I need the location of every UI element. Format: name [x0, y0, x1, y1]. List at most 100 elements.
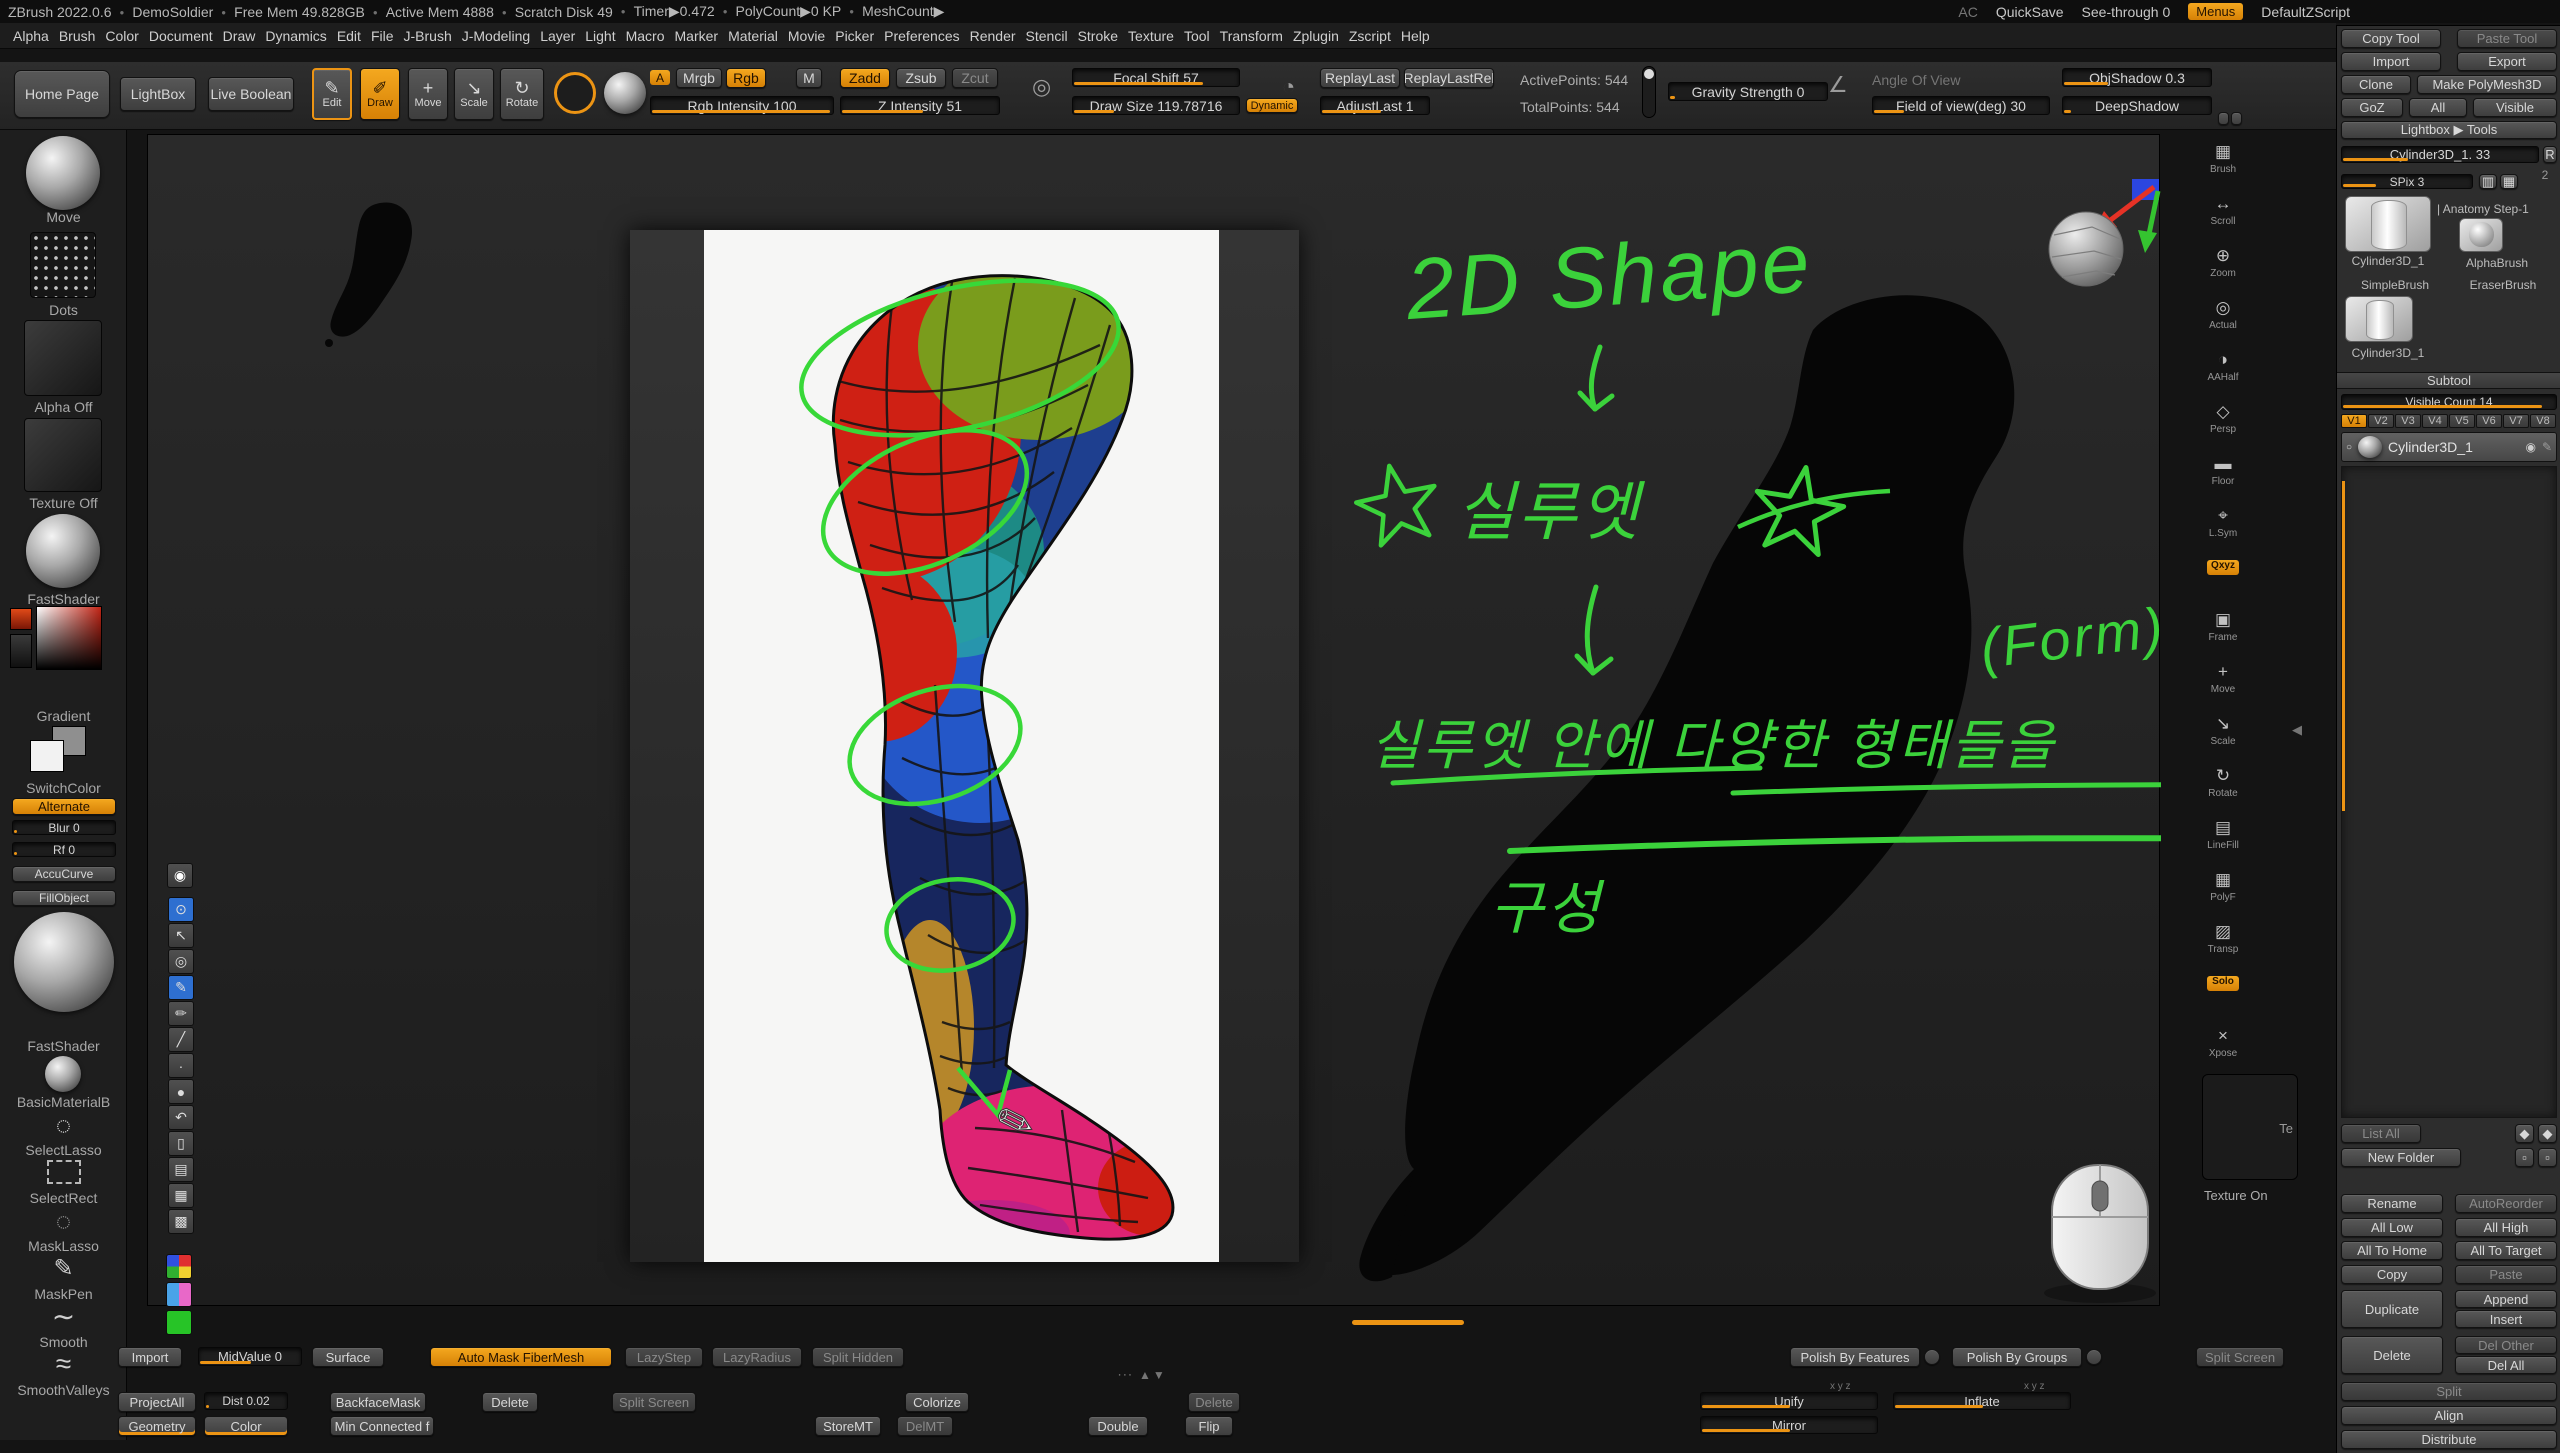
small-dot-icon[interactable]: ·	[168, 1053, 194, 1078]
unify-slider[interactable]: Unify	[1700, 1392, 1878, 1410]
delete-layer-button[interactable]: Delete	[482, 1392, 538, 1412]
subtool-tab[interactable]: V3	[2395, 414, 2421, 428]
shelf-tool[interactable]: ▦ PolyF	[2204, 868, 2242, 920]
basic-material-preview[interactable]	[45, 1056, 81, 1092]
menu-item[interactable]: Texture	[1123, 28, 1179, 44]
texture-off-swatch[interactable]	[24, 418, 102, 492]
projectall-button[interactable]: ProjectAll	[118, 1392, 196, 1412]
flip-button[interactable]: Flip	[1185, 1416, 1233, 1436]
material-big-preview[interactable]	[14, 912, 114, 1012]
polish-groups-dot[interactable]	[2086, 1349, 2102, 1365]
split-button[interactable]: Split	[2341, 1382, 2557, 1401]
spix-slider[interactable]: SPix 3	[2341, 174, 2473, 189]
shelf-tool[interactable]: ▦ Brush	[2204, 140, 2242, 192]
deep-shadow-slider[interactable]: DeepShadow	[2062, 96, 2212, 115]
paste-button[interactable]: Paste	[2455, 1265, 2557, 1284]
delete-texture-button[interactable]: Delete	[1188, 1392, 1240, 1412]
alpha-brush-thumbnail[interactable]	[2459, 218, 2503, 252]
storemt-button[interactable]: StoreMT	[815, 1416, 881, 1436]
all-to-home-button[interactable]: All To Home	[2341, 1241, 2443, 1260]
live-boolean-button[interactable]: Live Boolean	[208, 77, 294, 111]
inflate-slider[interactable]: Inflate	[1893, 1392, 2071, 1410]
stroke-picker[interactable]	[554, 72, 596, 114]
primary-color[interactable]	[30, 740, 64, 772]
replay-last-rel-button[interactable]: ReplayLastRel	[1404, 68, 1494, 88]
sculpt-canvas[interactable]: ✎ 2D Shape 실루엣 (Form) 실루엣 안에 다양한 형태들을 구성	[147, 134, 2160, 1306]
goz-visible-button[interactable]: Visible	[2473, 98, 2557, 117]
subtool-tab[interactable]: V5	[2449, 414, 2475, 428]
dot-icon[interactable]: ●	[168, 1079, 194, 1104]
delete-button[interactable]: Delete	[2341, 1336, 2443, 1374]
color-picker-sv[interactable]	[36, 606, 102, 670]
shelf-tool[interactable]: ⊕ Zoom	[2204, 244, 2242, 296]
eraser-brush-label[interactable]: EraserBrush	[2453, 278, 2553, 292]
shelf-tool[interactable]: ◇ Persp	[2204, 400, 2242, 452]
subtool-tab[interactable]: V7	[2503, 414, 2529, 428]
subtool-header[interactable]: Subtool	[2337, 372, 2560, 389]
pen-icon[interactable]: ✏	[168, 1001, 194, 1026]
autoreorder-button[interactable]: AutoReorder	[2455, 1194, 2557, 1213]
focal-shift-slider[interactable]: Focal Shift 57	[1072, 68, 1240, 87]
color-tab[interactable]: Color	[204, 1416, 288, 1436]
mirror-slider[interactable]: Mirror	[1700, 1416, 1878, 1434]
subtool-tab[interactable]: V1	[2341, 414, 2367, 428]
append-button[interactable]: Append	[2455, 1290, 2557, 1308]
copy-button[interactable]: Copy	[2341, 1265, 2443, 1284]
shelf-tool[interactable]: ⌖ L.Sym	[2204, 504, 2242, 556]
target-icon[interactable]: ◎	[168, 949, 194, 974]
trash-icon[interactable]: ▯	[168, 1131, 194, 1156]
list-up-button[interactable]: ◆	[2515, 1124, 2534, 1143]
select-lasso-icon[interactable]: ◌	[0, 1110, 127, 1141]
goz-button[interactable]: GoZ	[2341, 98, 2403, 117]
split-hidden-button[interactable]: Split Hidden	[812, 1347, 904, 1367]
tray-divider-dots[interactable]: ⸱⸱⸱ ▲▼	[1118, 1366, 1167, 1383]
subtool-list-area[interactable]	[2341, 466, 2557, 1118]
shelf-tool[interactable]: × Xpose	[2204, 1024, 2242, 1076]
blur-slider[interactable]: Blur 0	[12, 820, 116, 835]
midvalue-slider[interactable]: MidValue 0	[198, 1347, 302, 1366]
shelf-tool[interactable]: ▬ Floor	[2204, 452, 2242, 504]
shelf-tool[interactable]: ▣ Frame	[2204, 608, 2242, 660]
menu-item[interactable]: Render	[965, 28, 1021, 44]
zcut-button[interactable]: Zcut	[952, 68, 998, 88]
shelf-tool[interactable]: ↔ Scroll	[2204, 192, 2242, 244]
visibility-icon[interactable]: ⊙	[168, 897, 194, 922]
tool-item-slider[interactable]: Cylinder3D_1. 33	[2341, 146, 2539, 163]
shelf-tool[interactable]: ▤ LineFill	[2204, 816, 2242, 868]
current-tool-thumbnail[interactable]	[2345, 196, 2431, 252]
cylinder-tool-thumbnail[interactable]	[2345, 296, 2413, 342]
zadd-button[interactable]: Zadd	[840, 68, 890, 88]
rename-button[interactable]: Rename	[2341, 1194, 2443, 1213]
color-swatch-top[interactable]	[10, 608, 32, 630]
z-intensity-slider[interactable]: Z Intensity 51	[840, 96, 1000, 115]
menu-item[interactable]: Edit	[332, 28, 366, 44]
menu-item[interactable]: Marker	[670, 28, 724, 44]
clone-button[interactable]: Clone	[2341, 75, 2411, 94]
home-page-button[interactable]: Home Page	[14, 70, 110, 118]
menu-item[interactable]: Zplugin	[1288, 28, 1344, 44]
menu-item[interactable]: Zscript	[1344, 28, 1396, 44]
alpha-picker[interactable]	[604, 72, 646, 114]
inflate-axis-toggles[interactable]: x y z	[2024, 1381, 2045, 1392]
spix-icon-b[interactable]: ▦	[2500, 174, 2518, 189]
shelf-tool[interactable]: ▨ Transp	[2204, 920, 2242, 972]
stamp-icon[interactable]: ▤	[168, 1157, 194, 1182]
all-to-target-button[interactable]: All To Target	[2455, 1241, 2557, 1260]
lazystep-button[interactable]: LazyStep	[625, 1347, 703, 1367]
geometry-tab[interactable]: Geometry	[118, 1416, 196, 1436]
mask-lasso-icon[interactable]: ◌	[0, 1206, 127, 1237]
auto-mask-fibermesh-button[interactable]: Auto Mask FiberMesh	[430, 1347, 612, 1367]
colorize-button[interactable]: Colorize	[905, 1392, 969, 1412]
shelf-tool[interactable]: ◑ AAHalf	[2204, 348, 2242, 400]
menu-item[interactable]: Color	[100, 28, 143, 44]
delmt-button[interactable]: DelMT	[897, 1416, 953, 1436]
menu-item[interactable]: Tool	[1179, 28, 1215, 44]
subtool-tab[interactable]: V2	[2368, 414, 2394, 428]
replay-last-button[interactable]: ReplayLast	[1320, 68, 1400, 88]
draw-button[interactable]: ✐ Draw	[360, 68, 400, 120]
list-all-button[interactable]: List All	[2341, 1124, 2421, 1143]
menu-item[interactable]: Stencil	[1021, 28, 1073, 44]
gravity-strength-slider[interactable]: Gravity Strength 0	[1668, 82, 1828, 101]
subtool-tab[interactable]: V4	[2422, 414, 2448, 428]
undo-icon[interactable]: ↶	[168, 1105, 194, 1130]
